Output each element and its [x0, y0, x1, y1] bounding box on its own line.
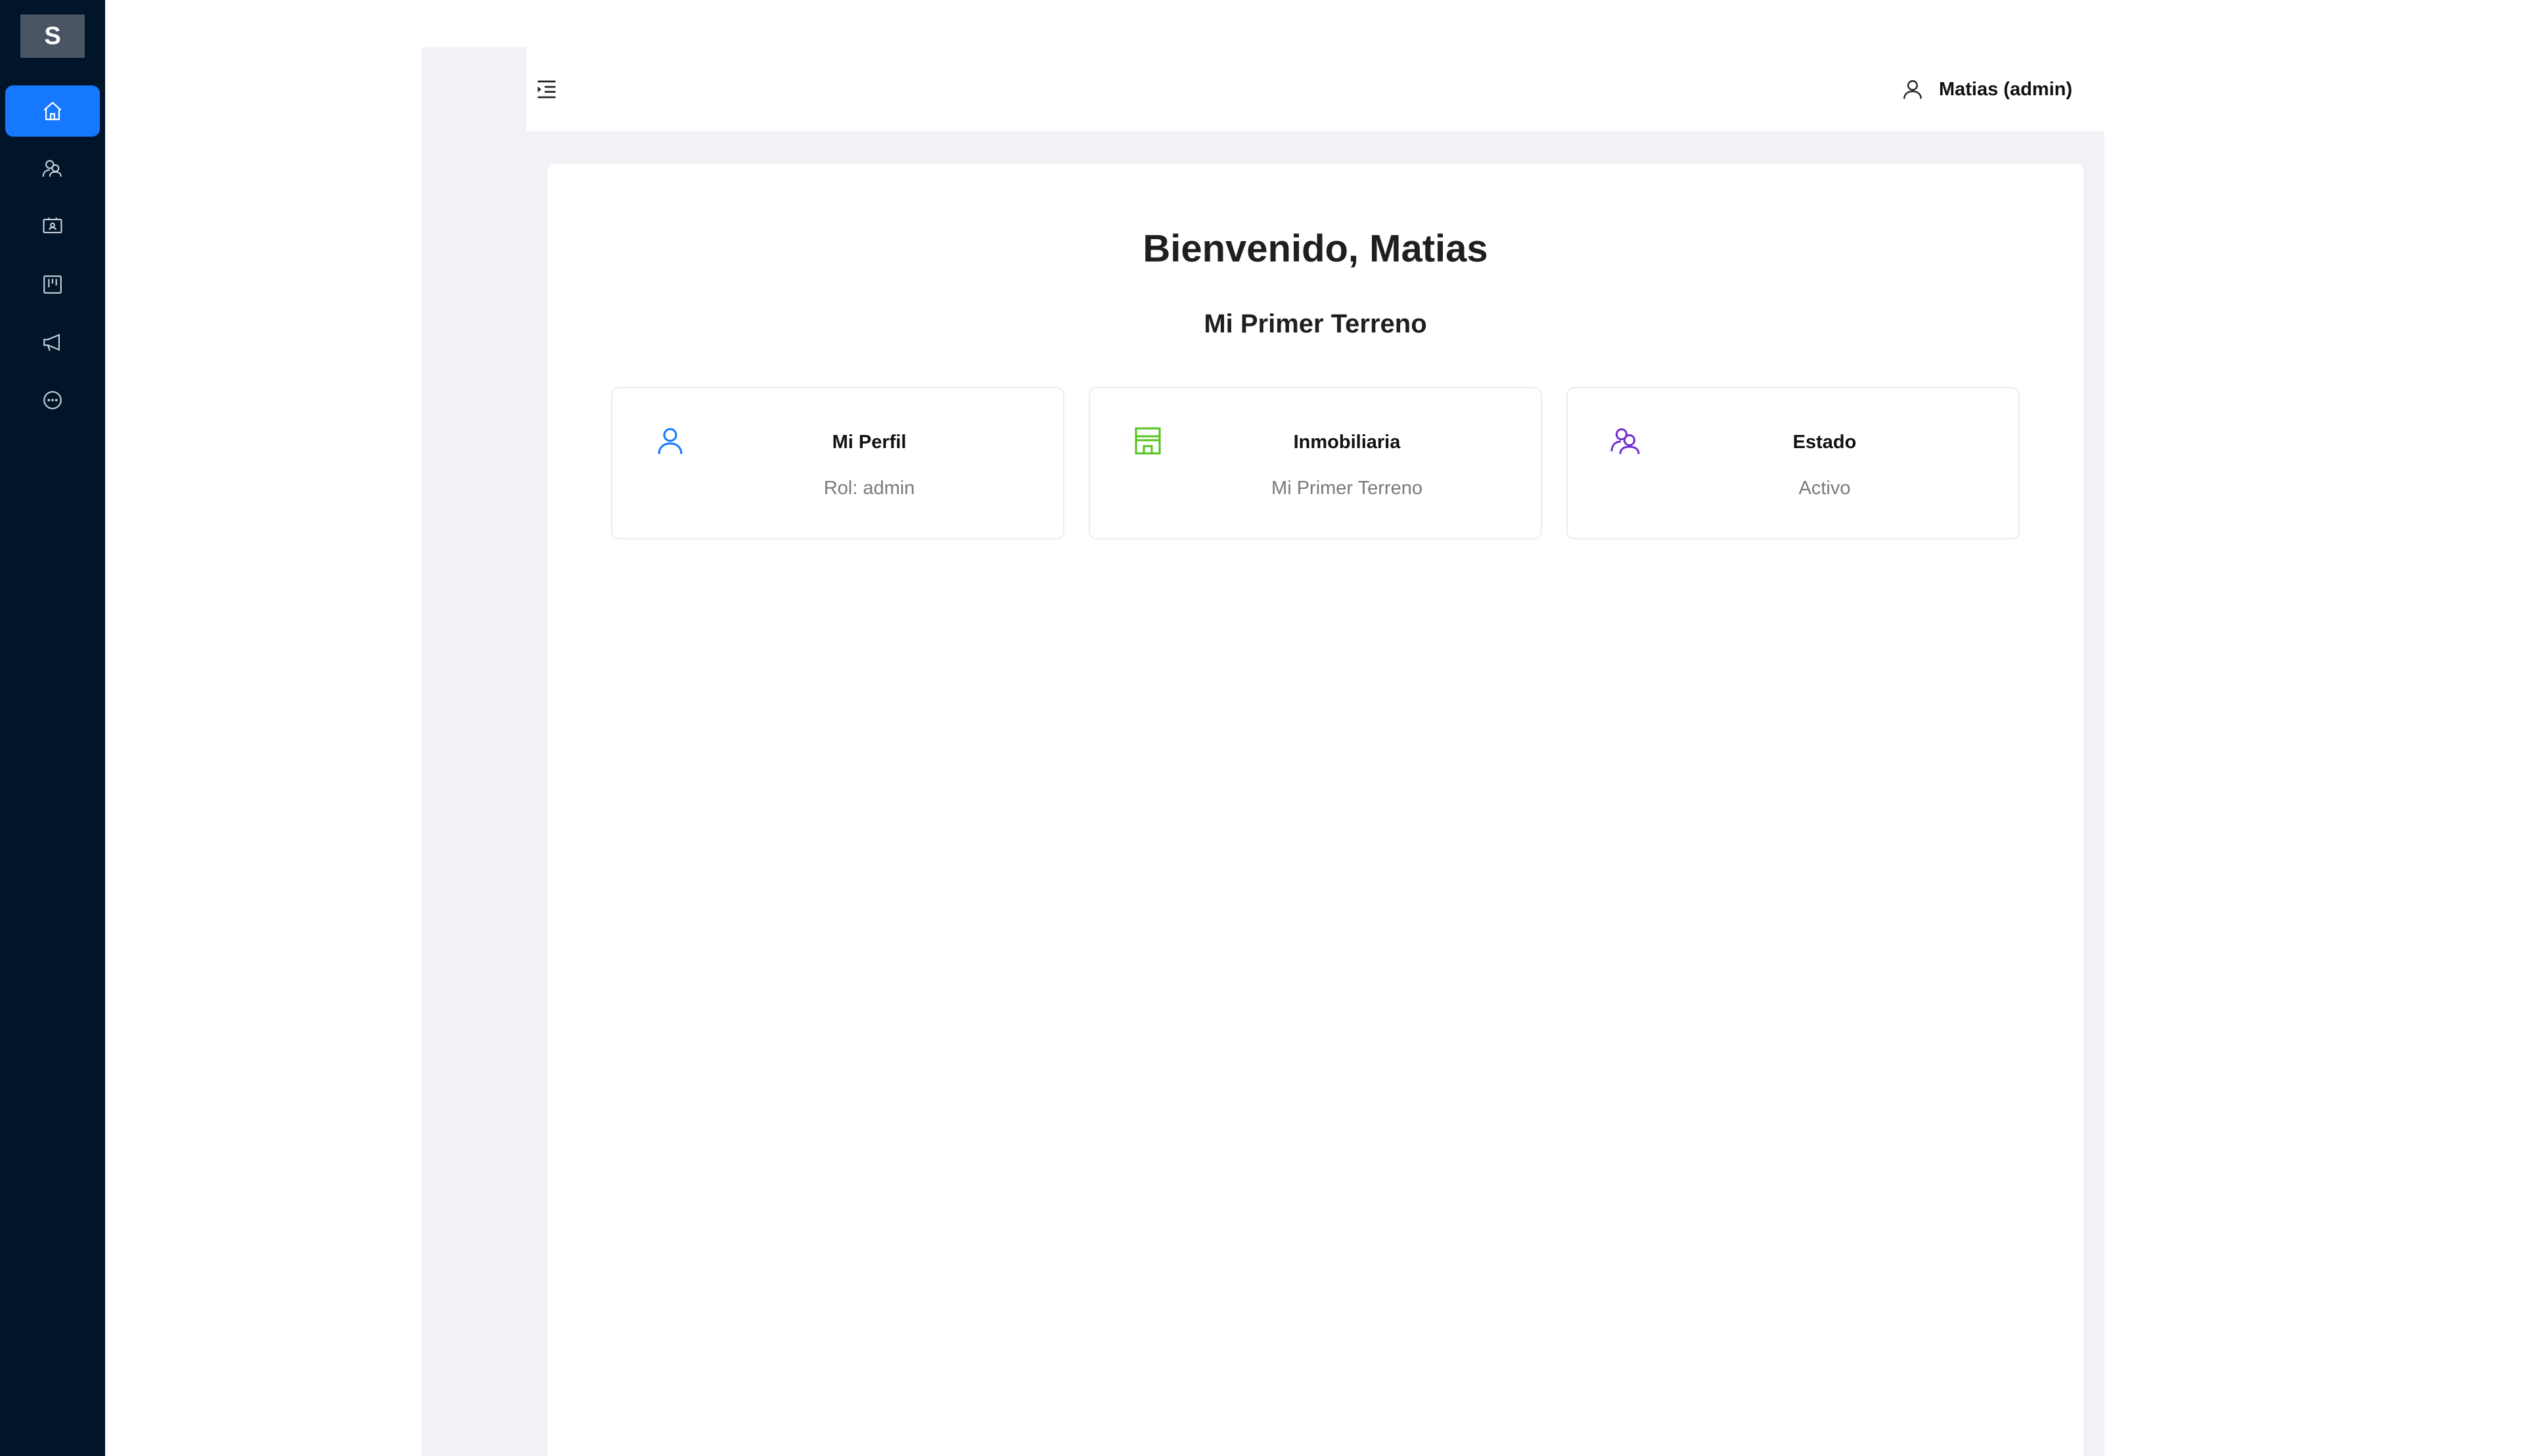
home-icon: [43, 101, 62, 120]
card-agency[interactable]: Inmobiliaria Mi Primer Terreno: [1089, 387, 1542, 539]
app-logo[interactable]: S: [20, 14, 85, 58]
sidebar-item-id-card[interactable]: [5, 200, 100, 252]
sidebar-item-messages[interactable]: [5, 375, 100, 426]
id-card-icon: [43, 217, 62, 233]
main-content: Bienvenido, Matias Mi Primer Terreno Mi …: [547, 164, 2083, 1456]
card-value: Activo: [1798, 478, 1851, 499]
page-title: Bienvenido, Matias: [1143, 227, 1488, 270]
sidebar-item-home[interactable]: [5, 85, 100, 137]
card-profile[interactable]: Mi Perfil Rol: admin: [611, 387, 1064, 539]
user-icon: [1903, 80, 1922, 99]
project-icon: [43, 275, 62, 294]
card-title: Inmobiliaria: [1293, 432, 1401, 453]
header-user-menu[interactable]: Matias (admin): [1901, 74, 2072, 105]
page-subtitle: Mi Primer Terreno: [1204, 309, 1427, 338]
sidebar-item-project[interactable]: [5, 259, 100, 310]
sidebar: S: [0, 0, 105, 1456]
sidebar-item-users[interactable]: [5, 143, 100, 194]
header-user-label: Matias (admin): [1938, 78, 2072, 100]
card-status[interactable]: Estado Activo: [1566, 387, 2020, 539]
megaphone-icon: [43, 334, 60, 352]
top-header: [526, 47, 2104, 131]
card-title: Estado: [1792, 432, 1857, 453]
menu-indent-icon[interactable]: [535, 78, 558, 101]
card-value: Rol: admin: [823, 478, 915, 499]
users-icon: [42, 160, 62, 177]
card-title: Mi Perfil: [832, 432, 907, 453]
sidebar-item-notifications[interactable]: [5, 317, 100, 368]
card-value: Mi Primer Terreno: [1271, 478, 1422, 499]
chat-icon: [43, 391, 62, 409]
